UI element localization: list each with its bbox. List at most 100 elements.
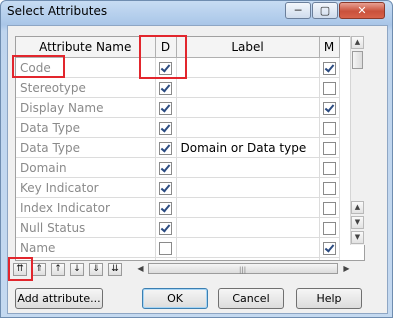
table-row[interactable]: Key Indicator xyxy=(16,177,340,198)
mandatory-checkbox[interactable] xyxy=(322,81,336,95)
highlight-code-cell xyxy=(12,55,65,78)
move-page-up-button[interactable]: ⇑ xyxy=(32,263,46,276)
close-button[interactable]: ✕ xyxy=(339,2,385,19)
attribute-name-cell[interactable]: Data Type xyxy=(16,137,156,158)
attribute-name-cell[interactable]: Stereotype xyxy=(16,77,156,98)
display-cell xyxy=(155,137,177,158)
close-icon: ✕ xyxy=(357,4,367,17)
mandatory-checkbox[interactable] xyxy=(322,161,336,175)
title-bar[interactable]: Select Attributes ─ ▢ ✕ xyxy=(1,1,392,23)
vertical-scrollbar[interactable]: ▲ ▲ ▼ ▼ xyxy=(350,36,365,245)
mandatory-cell xyxy=(319,97,340,118)
display-cell xyxy=(155,197,177,218)
label-cell[interactable] xyxy=(176,217,320,238)
display-checkbox[interactable] xyxy=(159,81,172,95)
table-row[interactable]: Data Type Domain or Data type xyxy=(16,137,340,158)
table-row[interactable]: Domain xyxy=(16,157,340,178)
mandatory-checkbox[interactable] xyxy=(322,141,336,155)
display-cell xyxy=(155,257,177,260)
scroll-down-arrow-icon-lower[interactable]: ▼ xyxy=(351,231,364,244)
vertical-scroll-thumb[interactable] xyxy=(352,51,363,69)
display-checkbox[interactable] xyxy=(159,101,172,115)
move-down-button[interactable]: ↓ xyxy=(70,263,84,276)
display-cell xyxy=(155,117,177,138)
label-cell[interactable] xyxy=(176,257,320,260)
table-row[interactable]: Parent xyxy=(16,257,340,260)
ok-button[interactable]: OK xyxy=(142,288,208,309)
select-attributes-window: Select Attributes ─ ▢ ✕ Attribute Name D… xyxy=(0,0,393,318)
maximize-button[interactable]: ▢ xyxy=(312,2,338,19)
mandatory-cell xyxy=(319,257,340,260)
mandatory-checkbox[interactable] xyxy=(322,181,336,195)
mandatory-cell xyxy=(319,217,340,238)
scroll-down-arrow-icon[interactable]: ▼ xyxy=(351,216,364,229)
display-checkbox[interactable] xyxy=(159,121,172,135)
move-page-down-button[interactable]: ⇓ xyxy=(89,263,103,276)
table-row[interactable]: Stereotype xyxy=(16,77,340,98)
attribute-name-cell[interactable]: Name xyxy=(16,237,156,258)
attribute-name-cell[interactable]: Key Indicator xyxy=(16,177,156,198)
mandatory-checkbox[interactable] xyxy=(322,121,336,135)
grip-icon: ||| xyxy=(239,266,247,274)
grid-body: Code Stereotype Display Name Data Type Data … xyxy=(16,57,340,260)
scroll-up-arrow-icon[interactable]: ▲ xyxy=(351,36,364,49)
mandatory-checkbox[interactable] xyxy=(322,101,336,115)
attribute-name-cell[interactable]: Parent xyxy=(16,257,156,260)
display-cell xyxy=(155,77,177,98)
display-checkbox[interactable] xyxy=(159,141,172,155)
minimize-button[interactable]: ─ xyxy=(285,2,311,19)
attribute-name-cell[interactable]: Display Name xyxy=(16,97,156,118)
column-header-label[interactable]: Label xyxy=(176,37,320,58)
horizontal-scroll-thumb[interactable]: ||| xyxy=(148,263,338,274)
scroll-up-arrow-icon-lower[interactable]: ▲ xyxy=(351,201,364,214)
label-cell[interactable] xyxy=(176,117,320,138)
display-cell xyxy=(155,237,177,258)
table-row[interactable]: Null Status xyxy=(16,217,340,238)
label-cell[interactable] xyxy=(176,97,320,118)
mandatory-cell xyxy=(319,197,340,218)
display-checkbox[interactable] xyxy=(159,161,172,175)
add-attribute-button[interactable]: Add attribute... xyxy=(15,288,103,309)
horizontal-scrollbar[interactable]: ◀ ||| ▶ xyxy=(134,262,350,276)
attribute-name-cell[interactable]: Domain xyxy=(16,157,156,178)
column-header-m[interactable]: M xyxy=(319,37,340,58)
table-row[interactable]: Display Name xyxy=(16,97,340,118)
mandatory-cell xyxy=(319,177,340,198)
move-to-bottom-button[interactable]: ⇊ xyxy=(108,263,122,276)
label-cell[interactable] xyxy=(176,77,320,98)
maximize-icon: ▢ xyxy=(319,4,331,17)
label-cell[interactable]: Domain or Data type xyxy=(176,137,320,158)
mandatory-checkbox[interactable] xyxy=(322,221,336,235)
label-cell[interactable] xyxy=(176,197,320,218)
display-checkbox[interactable] xyxy=(159,201,172,215)
display-cell xyxy=(155,97,177,118)
label-cell[interactable] xyxy=(176,157,320,178)
cancel-button[interactable]: Cancel xyxy=(218,288,284,309)
table-row[interactable]: Data Type xyxy=(16,117,340,138)
scroll-right-arrow-icon[interactable]: ▶ xyxy=(340,262,353,275)
display-checkbox[interactable] xyxy=(159,221,172,235)
mandatory-checkbox[interactable] xyxy=(322,241,336,255)
mandatory-checkbox[interactable] xyxy=(322,201,336,215)
label-cell[interactable] xyxy=(176,237,320,258)
attribute-name-cell[interactable]: Null Status xyxy=(16,217,156,238)
mandatory-cell xyxy=(319,237,340,258)
mandatory-cell xyxy=(319,157,340,178)
table-row[interactable]: Index Indicator xyxy=(16,197,340,218)
display-checkbox[interactable] xyxy=(159,181,172,195)
attributes-grid[interactable]: Attribute Name D Label M Code Stereotype D… xyxy=(15,36,365,261)
display-cell xyxy=(155,157,177,178)
label-cell[interactable] xyxy=(176,57,320,78)
mandatory-cell xyxy=(319,137,340,158)
minimize-icon: ─ xyxy=(294,4,302,17)
label-cell[interactable] xyxy=(176,177,320,198)
help-button[interactable]: Help xyxy=(296,288,362,309)
attribute-name-cell[interactable]: Data Type xyxy=(16,117,156,138)
scroll-left-arrow-icon[interactable]: ◀ xyxy=(134,262,147,275)
move-up-button[interactable]: ↑ xyxy=(51,263,65,276)
attribute-name-cell[interactable]: Index Indicator xyxy=(16,197,156,218)
mandatory-checkbox[interactable] xyxy=(322,61,336,75)
highlight-d-column xyxy=(139,35,187,79)
table-row[interactable]: Name xyxy=(16,237,340,258)
display-checkbox[interactable] xyxy=(159,241,172,255)
